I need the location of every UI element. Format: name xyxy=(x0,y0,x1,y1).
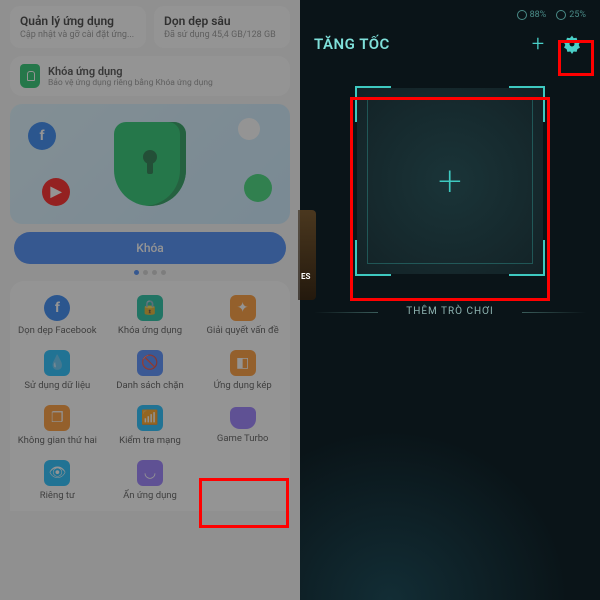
adjacent-game-label: ES xyxy=(301,272,310,281)
tool-dual-apps[interactable]: ◧ Ứng dụng kép xyxy=(197,346,288,395)
tool-data-usage[interactable]: 💧 Sử dụng dữ liệu xyxy=(12,346,103,395)
deep-clean-card[interactable]: Dọn dẹp sâu Đã sử dụng 45,4 GB/128 GB xyxy=(154,6,290,48)
add-game-label: THÊM TRÒ CHƠI xyxy=(300,306,600,317)
card-title: Quản lý ứng dụng xyxy=(20,14,136,28)
status-bar: 88% 25% xyxy=(300,0,600,20)
banner-title: Khóa ứng dụng xyxy=(48,65,280,78)
tool-label: Giải quyết vấn đề xyxy=(207,325,279,336)
tool-label: Danh sách chặn xyxy=(116,380,184,391)
drop-icon: 💧 xyxy=(44,350,70,376)
app-lock-banner[interactable]: Khóa ứng dụng Bảo vệ ứng dụng riêng bằng… xyxy=(10,56,290,96)
signal-icon: 📶 xyxy=(137,405,163,431)
gamepad-icon xyxy=(230,407,256,429)
tool-hide-apps[interactable]: ◡ Ẩn ứng dụng xyxy=(105,456,196,505)
adjacent-game-tile[interactable] xyxy=(298,210,316,300)
page-indicator xyxy=(10,270,290,275)
tool-label: Ứng dụng kép xyxy=(214,380,272,391)
tool-blocklist[interactable]: 🚫 Danh sách chặn xyxy=(105,346,196,395)
manage-apps-card[interactable]: Quản lý ứng dụng Cập nhật và gỡ cài đặt … xyxy=(10,6,146,48)
tool-label: Kiểm tra mạng xyxy=(119,435,181,446)
youtube-icon: ▶ xyxy=(42,178,70,206)
tool-facebook-clean[interactable]: f Dọn dẹp Facebook xyxy=(12,291,103,340)
banner-sub: Bảo vệ ứng dụng riêng bằng Khóa ứng dụng xyxy=(48,78,280,88)
stat-2: 25% xyxy=(556,10,586,20)
app-lock-promo: f ▶ xyxy=(10,104,290,224)
dual-icon: ◧ xyxy=(230,350,256,376)
block-icon: 🚫 xyxy=(137,350,163,376)
stat-1: 88% xyxy=(517,10,547,20)
add-game-slot[interactable]: + xyxy=(357,88,543,274)
card-title: Dọn dẹp sâu xyxy=(164,14,280,28)
copy-icon: ❐ xyxy=(44,405,70,431)
lock-button[interactable]: Khóa xyxy=(14,232,286,264)
tools-grid: f Dọn dẹp Facebook 🔒 Khóa ứng dụng ✦ Giải q… xyxy=(10,281,290,511)
shield-lock-icon xyxy=(114,122,186,206)
tool-label: Khóa ứng dụng xyxy=(118,325,182,336)
page-title: TĂNG TỐC xyxy=(314,35,526,53)
tool-label: Ẩn ứng dụng xyxy=(123,490,177,501)
tool-network-test[interactable]: 📶 Kiểm tra mạng xyxy=(105,401,196,450)
add-button[interactable]: + xyxy=(526,32,550,56)
whatsapp-icon xyxy=(244,174,272,202)
tool-label: Sử dụng dữ liệu xyxy=(24,380,90,391)
app-icon xyxy=(238,118,260,140)
facebook-icon: f xyxy=(28,122,56,150)
game-turbo-panel: ES 88% 25% TĂNG TỐC + + THÊM TRÒ CHƠI xyxy=(300,0,600,600)
settings-icon xyxy=(562,34,582,54)
tool-label: Không gian thứ hai xyxy=(18,435,97,446)
card-sub: Cập nhật và gỡ cài đặt ứng... xyxy=(20,30,136,40)
gauge-icon xyxy=(517,10,527,20)
wrench-icon: ✦ xyxy=(230,295,256,321)
tool-privacy[interactable]: 👁 Riêng tư xyxy=(12,456,103,505)
shield-icon xyxy=(20,64,40,88)
tool-label: Dọn dẹp Facebook xyxy=(18,325,97,336)
facebook-icon: f xyxy=(44,295,70,321)
gauge-icon xyxy=(556,10,566,20)
security-app-panel: Quản lý ứng dụng Cập nhật và gỡ cài đặt … xyxy=(0,0,300,600)
tool-game-turbo[interactable]: Game Turbo xyxy=(197,401,288,450)
tool-app-lock[interactable]: 🔒 Khóa ứng dụng xyxy=(105,291,196,340)
tool-second-space[interactable]: ❐ Không gian thứ hai xyxy=(12,401,103,450)
tool-label: Riêng tư xyxy=(40,490,75,501)
lock-icon: 🔒 xyxy=(137,295,163,321)
card-sub: Đã sử dụng 45,4 GB/128 GB xyxy=(164,30,280,40)
settings-button[interactable] xyxy=(558,30,586,58)
privacy-icon: 👁 xyxy=(44,460,70,486)
frame-decor xyxy=(367,98,533,264)
hide-icon: ◡ xyxy=(137,460,163,486)
tool-label: Game Turbo xyxy=(217,433,269,444)
tool-troubleshoot[interactable]: ✦ Giải quyết vấn đề xyxy=(197,291,288,340)
